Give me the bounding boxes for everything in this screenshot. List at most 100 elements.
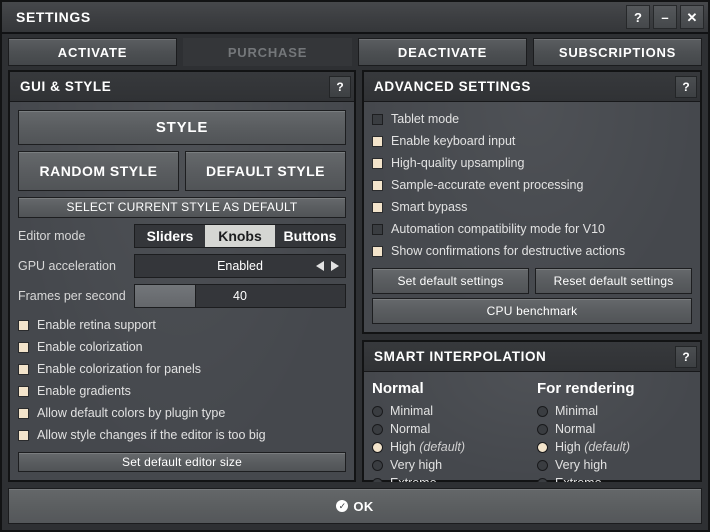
checkbox-high-quality-upsampling[interactable]	[372, 158, 383, 169]
checkbox-label: Sample-accurate event processing	[391, 178, 583, 192]
random-style-button[interactable]: RANDOM STYLE	[18, 151, 179, 191]
right-column: ADVANCED SETTINGS ? Tablet mode Enable k…	[362, 70, 702, 482]
radio-normal-minimal[interactable]	[372, 406, 383, 417]
checkbox-enable-gradients[interactable]	[18, 386, 29, 397]
checkbox-row-smart-bypass[interactable]: Smart bypass	[372, 198, 692, 216]
checkbox-row-tablet-mode[interactable]: Tablet mode	[372, 110, 692, 128]
window-title: SETTINGS	[16, 9, 623, 25]
radio-label: Very high	[390, 458, 442, 472]
help-icon[interactable]: ?	[626, 5, 650, 29]
checkbox-label: Enable retina support	[37, 318, 156, 332]
ok-button-label: OK	[353, 499, 373, 514]
editor-mode-option-sliders[interactable]: Sliders	[135, 225, 205, 247]
checkbox-row-allow-default-colors-by-plugin-type[interactable]: Allow default colors by plugin type	[18, 404, 346, 422]
radio-row-normal-very-high[interactable]: Very high	[372, 456, 527, 474]
smart-interpolation-panel-body: Normal Minimal Normal High	[364, 372, 700, 480]
radio-row-rendering-very-high[interactable]: Very high	[537, 456, 692, 474]
checkbox-sample-accurate-event-processing[interactable]	[372, 180, 383, 191]
style-button[interactable]: STYLE	[18, 110, 346, 145]
checkbox-row-high-quality-upsampling[interactable]: High-quality upsampling	[372, 154, 692, 172]
radio-rendering-normal[interactable]	[537, 424, 548, 435]
title-bar: SETTINGS ? – ✕	[2, 2, 708, 34]
checkbox-allow-default-colors-by-plugin-type[interactable]	[18, 408, 29, 419]
column-title-for-rendering: For rendering	[537, 380, 692, 397]
checkbox-row-enable-colorization-for-panels[interactable]: Enable colorization for panels	[18, 360, 346, 378]
cpu-benchmark-button[interactable]: CPU benchmark	[372, 298, 692, 324]
radio-label: Normal	[555, 422, 595, 436]
frames-per-second-slider[interactable]: 40	[134, 284, 346, 308]
editor-mode-option-buttons[interactable]: Buttons	[275, 225, 345, 247]
checkbox-row-automation-compatibility-mode-v10[interactable]: Automation compatibility mode for V10	[372, 220, 692, 238]
set-default-editor-size-button[interactable]: Set default editor size	[18, 452, 346, 472]
gui-style-panel-body: STYLE RANDOM STYLE DEFAULT STYLE SELECT …	[10, 102, 354, 480]
left-column: GUI & STYLE ? STYLE RANDOM STYLE DEFAULT…	[8, 70, 356, 482]
editor-mode-row: Editor mode Sliders Knobs Buttons	[18, 224, 346, 248]
radio-row-rendering-high[interactable]: High (default)	[537, 438, 692, 456]
checkbox-row-sample-accurate-event-processing[interactable]: Sample-accurate event processing	[372, 176, 692, 194]
close-icon[interactable]: ✕	[680, 5, 704, 29]
radio-row-normal-high[interactable]: High (default)	[372, 438, 527, 456]
smart-interpolation-help-icon[interactable]: ?	[675, 346, 697, 368]
checkbox-tablet-mode[interactable]	[372, 114, 383, 125]
checkbox-row-enable-keyboard-input[interactable]: Enable keyboard input	[372, 132, 692, 150]
radio-label-text: High	[390, 440, 416, 454]
advanced-settings-help-icon[interactable]: ?	[675, 76, 697, 98]
checkbox-row-enable-retina-support[interactable]: Enable retina support	[18, 316, 346, 334]
select-current-style-as-default-button[interactable]: SELECT CURRENT STYLE AS DEFAULT	[18, 197, 346, 218]
smart-interpolation-panel-title: SMART INTERPOLATION	[374, 349, 675, 364]
checkbox-row-enable-colorization[interactable]: Enable colorization	[18, 338, 346, 356]
tab-purchase[interactable]: PURCHASE	[183, 38, 352, 66]
arrow-right-icon[interactable]	[331, 261, 339, 271]
radio-rendering-high[interactable]	[537, 442, 548, 453]
checkbox-label: Smart bypass	[391, 200, 467, 214]
tab-subscriptions[interactable]: SUBSCRIPTIONS	[533, 38, 702, 66]
gpu-acceleration-selector[interactable]: Enabled	[134, 254, 346, 278]
gui-style-help-icon[interactable]: ?	[329, 76, 351, 98]
minimize-icon[interactable]: –	[653, 5, 677, 29]
checkbox-enable-keyboard-input[interactable]	[372, 136, 383, 147]
advanced-settings-panel-title: ADVANCED SETTINGS	[374, 79, 675, 94]
editor-mode-option-knobs[interactable]: Knobs	[205, 225, 275, 247]
radio-rendering-minimal[interactable]	[537, 406, 548, 417]
settings-window: SETTINGS ? – ✕ ACTIVATE PURCHASE DEACTIV…	[0, 0, 710, 532]
editor-mode-segmented-control[interactable]: Sliders Knobs Buttons	[134, 224, 346, 248]
radio-row-rendering-minimal[interactable]: Minimal	[537, 402, 692, 420]
checkbox-smart-bypass[interactable]	[372, 202, 383, 213]
checkbox-row-enable-gradients[interactable]: Enable gradients	[18, 382, 346, 400]
tab-activate[interactable]: ACTIVATE	[8, 38, 177, 66]
advanced-settings-button-row: Set default settings Reset default setti…	[372, 268, 692, 294]
checkbox-enable-retina-support[interactable]	[18, 320, 29, 331]
reset-default-settings-button[interactable]: Reset default settings	[535, 268, 692, 294]
radio-row-normal-normal[interactable]: Normal	[372, 420, 527, 438]
checkbox-label: Show confirmations for destructive actio…	[391, 244, 625, 258]
checkbox-automation-compatibility-mode-v10[interactable]	[372, 224, 383, 235]
default-style-button[interactable]: DEFAULT STYLE	[185, 151, 346, 191]
radio-normal-high[interactable]	[372, 442, 383, 453]
gui-style-checkbox-list: Enable retina support Enable colorizatio…	[18, 316, 346, 444]
radio-label-default-suffix: (default)	[419, 440, 465, 454]
checkbox-allow-style-changes-if-editor-too-big[interactable]	[18, 430, 29, 441]
set-default-settings-button[interactable]: Set default settings	[372, 268, 529, 294]
checkbox-enable-colorization[interactable]	[18, 342, 29, 353]
radio-rendering-very-high[interactable]	[537, 460, 548, 471]
checkbox-show-confirmations-destructive-actions[interactable]	[372, 246, 383, 257]
checkbox-label: Enable keyboard input	[391, 134, 515, 148]
checkbox-enable-colorization-for-panels[interactable]	[18, 364, 29, 375]
radio-row-rendering-normal[interactable]: Normal	[537, 420, 692, 438]
smart-interpolation-column-normal: Normal Minimal Normal High	[372, 380, 527, 492]
arrow-left-icon[interactable]	[316, 261, 324, 271]
checkbox-row-show-confirmations-destructive-actions[interactable]: Show confirmations for destructive actio…	[372, 242, 692, 260]
radio-row-normal-minimal[interactable]: Minimal	[372, 402, 527, 420]
tab-deactivate[interactable]: DEACTIVATE	[358, 38, 527, 66]
radio-label-default-suffix: (default)	[584, 440, 630, 454]
checkbox-row-allow-style-changes-if-editor-too-big[interactable]: Allow style changes if the editor is too…	[18, 426, 346, 444]
radio-normal-normal[interactable]	[372, 424, 383, 435]
smart-interpolation-panel: SMART INTERPOLATION ? Normal Minimal	[362, 340, 702, 482]
radio-label: Normal	[390, 422, 430, 436]
smart-interpolation-column-for-rendering: For rendering Minimal Normal	[537, 380, 692, 492]
radio-normal-very-high[interactable]	[372, 460, 383, 471]
gui-style-panel-title: GUI & STYLE	[20, 79, 329, 94]
gpu-acceleration-row: GPU acceleration Enabled	[18, 254, 346, 278]
ok-button[interactable]: ✓ OK	[8, 488, 702, 524]
checkbox-label: Enable colorization for panels	[37, 362, 201, 376]
